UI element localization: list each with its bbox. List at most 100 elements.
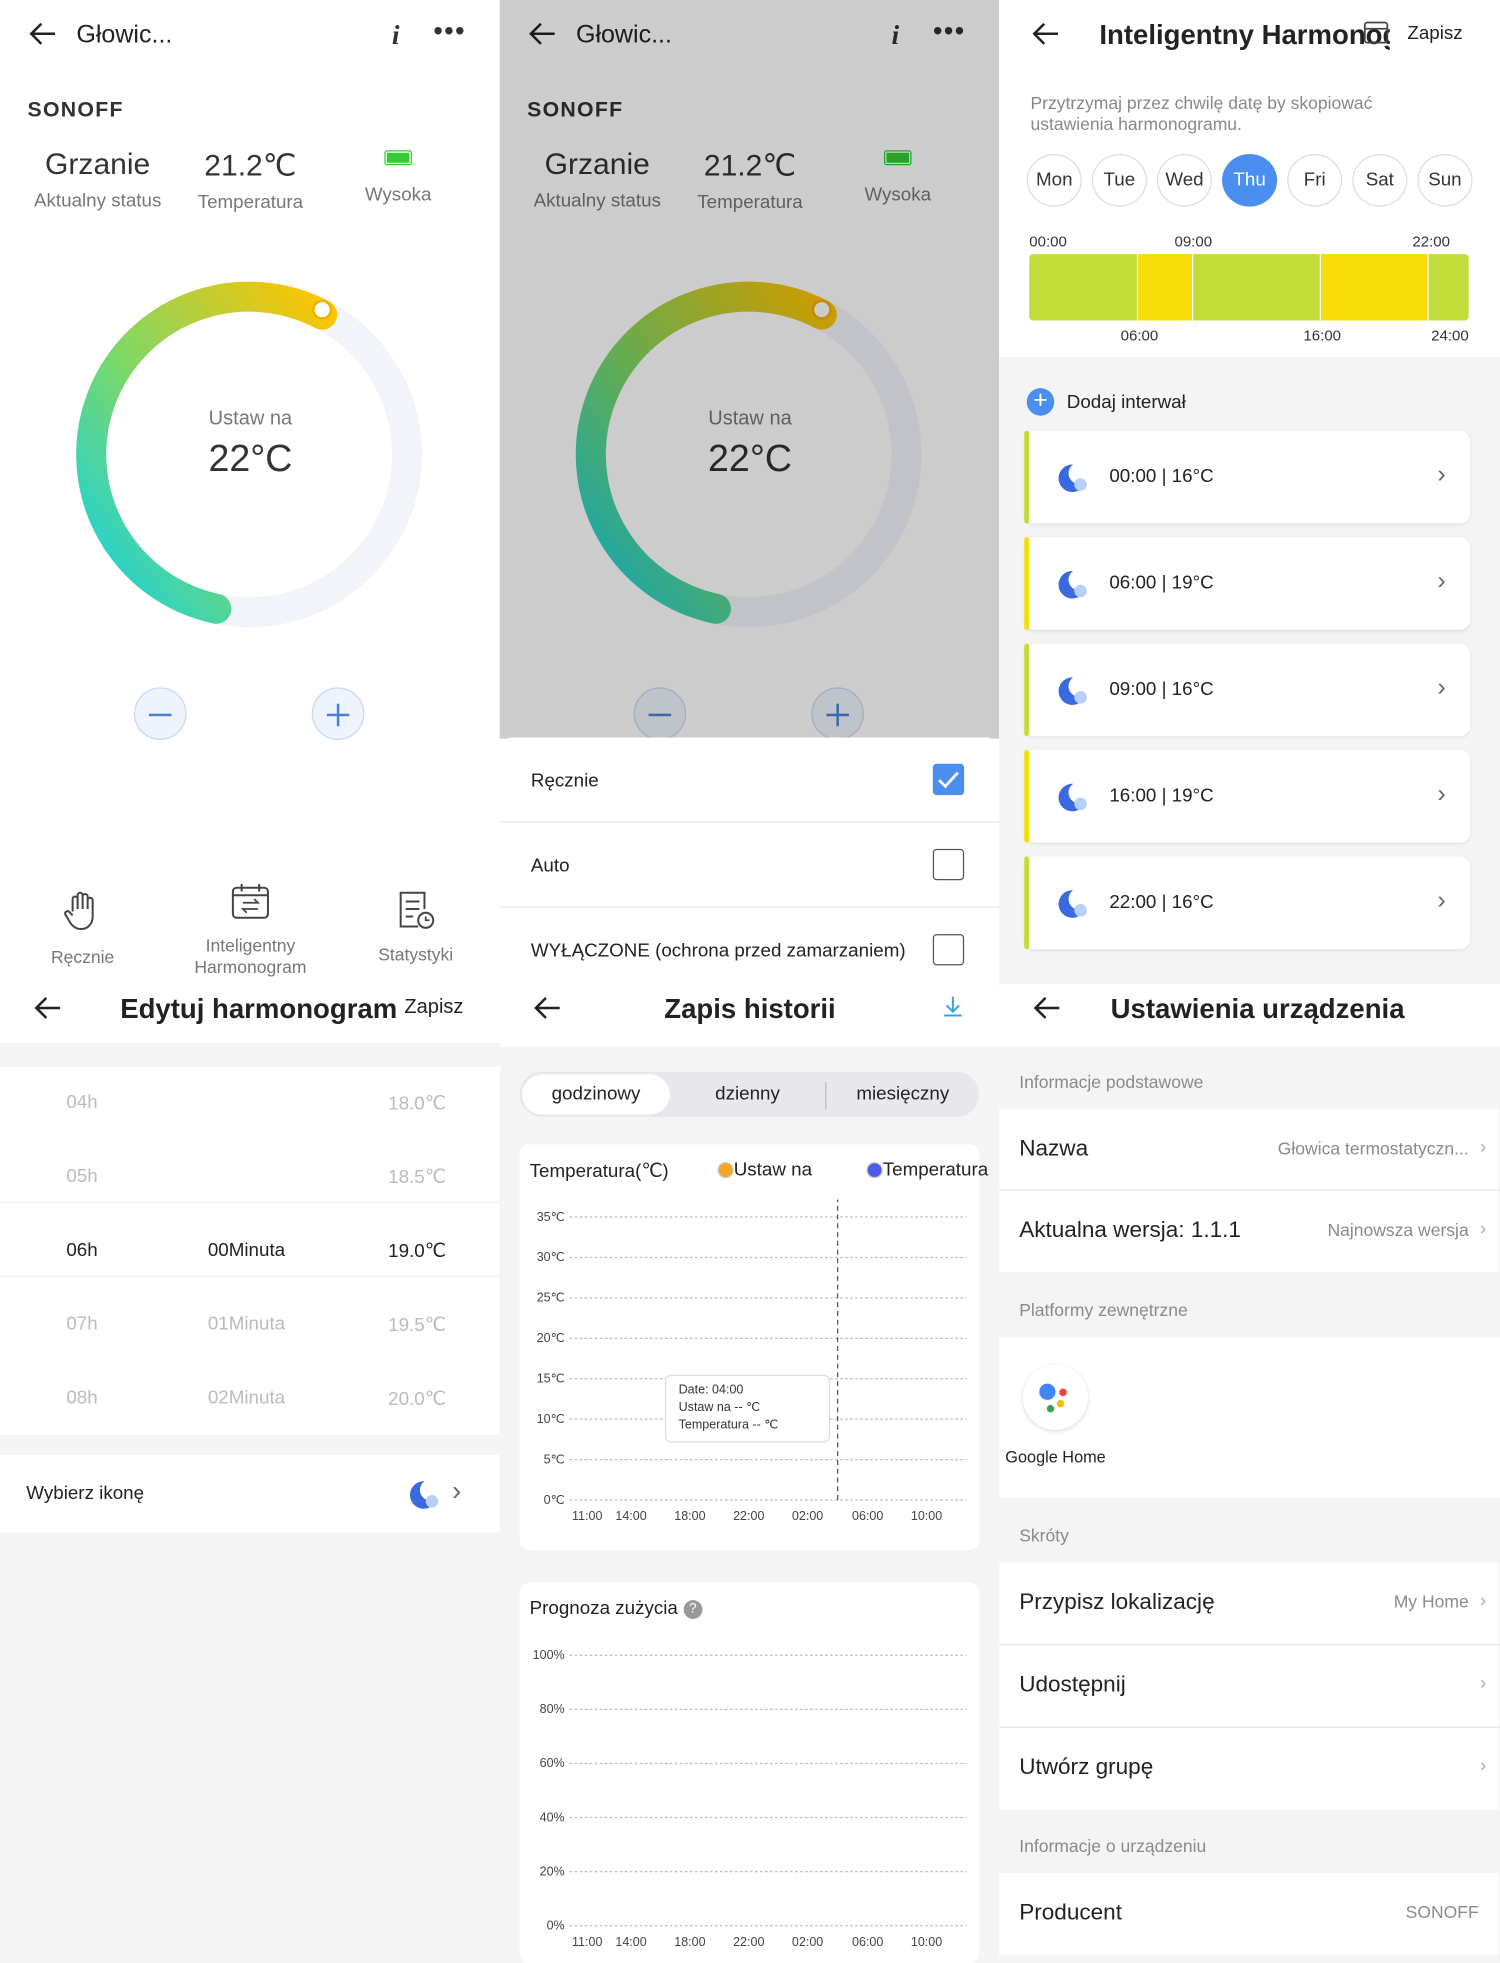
x-tick-label: 02:00 [792, 1935, 823, 1949]
temperature-chart[interactable]: 35℃ 30℃ 25℃ 20℃ 15℃ 10℃ 5℃ 0℃ 11:00 14:00 18:00 22:… [520, 1199, 980, 1538]
day-tue[interactable]: Tue [1091, 154, 1147, 207]
picker-hour: 04h [66, 1091, 98, 1114]
interval-card[interactable]: 00:00 | 16°C › [1024, 430, 1470, 524]
smart-schedule-button[interactable]: Inteligentny Harmonogram [175, 881, 325, 977]
google-assistant-icon [1022, 1364, 1089, 1430]
download-icon[interactable] [940, 994, 965, 1019]
timeline-label: 24:00 [1431, 326, 1469, 345]
chevron-right-icon: › [1479, 1755, 1487, 1777]
interval-card[interactable]: 22:00 | 16°C › [1024, 856, 1470, 950]
panel-smart-schedule: Inteligentny Harmonog... Zapisz Przytrzy… [999, 0, 1500, 985]
interval-card[interactable]: 16:00 | 19°C › [1024, 750, 1470, 843]
google-home-label: Google Home [1005, 1447, 1106, 1467]
day-sun[interactable]: Sun [1417, 154, 1473, 207]
section-device-info: Informacje o urządzeniu [1019, 1835, 1207, 1856]
timeline-segment [1138, 254, 1192, 321]
location-label: Przypisz lokalizację [1019, 1588, 1215, 1614]
group-label: Utwórz grupę [1019, 1754, 1154, 1780]
checkbox-checked[interactable] [932, 763, 965, 796]
statistics-button[interactable]: Statystyki [358, 889, 473, 964]
row-name[interactable]: Nazwa Głowica termostatyczn... › [999, 1109, 1499, 1190]
mode-option-manual[interactable]: Ręcznie [500, 737, 1000, 822]
x-tick-label: 10:00 [911, 1509, 942, 1523]
chevron-right-icon: › [1479, 1590, 1487, 1612]
statistics-icon [399, 891, 435, 929]
sonoff-logo: SONOFF [27, 97, 124, 122]
day-fri[interactable]: Fri [1287, 154, 1343, 207]
more-icon[interactable]: ••• [433, 15, 466, 48]
y-tick-label: 40% [540, 1810, 565, 1824]
checkbox[interactable] [932, 848, 965, 881]
help-icon[interactable]: ? [683, 1600, 703, 1619]
mode-option-off[interactable]: WYŁĄCZONE (ochrona przed zamarzaniem) [500, 908, 1000, 984]
y-tick-label: 100% [533, 1648, 565, 1662]
calendar-copy-icon[interactable] [1362, 18, 1390, 46]
row-manufacturer: Producent SONOFF [999, 1873, 1499, 1955]
y-tick-label: 10℃ [537, 1412, 565, 1426]
back-arrow-icon[interactable] [1032, 994, 1062, 1022]
calendar-icon [231, 883, 269, 919]
y-tick-label: 25℃ [537, 1291, 565, 1305]
day-sat[interactable]: Sat [1352, 154, 1408, 207]
day-wed[interactable]: Wed [1156, 154, 1213, 207]
save-button[interactable]: Zapisz [404, 997, 463, 1020]
interval-label: 09:00 | 16°C [1109, 678, 1214, 700]
back-arrow-icon[interactable] [33, 994, 63, 1022]
checkbox[interactable] [932, 934, 965, 966]
temperature-chart-card: Temperatura(℃) Ustaw na Temperatura 35℃ 3… [519, 1144, 988, 1551]
legend-label: Ustaw na [733, 1159, 813, 1181]
x-tick-label: 11:00 [572, 1935, 602, 1949]
manual-mode-button[interactable]: Ręcznie [25, 889, 140, 967]
save-button[interactable]: Zapisz [1407, 23, 1462, 44]
status-label: Aktualny status [33, 190, 162, 212]
moon-icon [1057, 886, 1090, 919]
picker-temp: 18.5℃ [388, 1166, 446, 1189]
name-value: Głowica termostatyczn... [1277, 1138, 1469, 1159]
schedule-timeline[interactable] [1029, 254, 1469, 321]
minus-button[interactable] [133, 687, 187, 740]
section-shortcuts: Skróty [1019, 1525, 1069, 1546]
interval-label: 22:00 | 16°C [1109, 891, 1214, 913]
row-group[interactable]: Utwórz grupę › [999, 1727, 1499, 1810]
page-title: Głowic... [76, 21, 173, 49]
info-icon[interactable]: i [392, 19, 400, 52]
tab-monthly[interactable]: miesięczny [828, 1074, 978, 1114]
smart-label-1: Inteligentny [205, 935, 296, 956]
interval-card[interactable]: 06:00 | 19°C › [1024, 537, 1470, 630]
dim-overlay[interactable] [499, 0, 1000, 739]
row-location[interactable]: Przypisz lokalizację My Home › [999, 1562, 1499, 1645]
choose-icon-row[interactable]: Wybierz ikonę › [0, 1454, 500, 1533]
google-home-button[interactable]: Google Home [1004, 1364, 1107, 1478]
tooltip-line: Ustaw na -- ℃ [678, 1401, 761, 1415]
consumption-chart[interactable]: 100% 80% 60% 40% 20% 0% 11:00 14:00 18:00 22:00 02… [520, 1638, 980, 1963]
temperature-value: 21.2℃ [204, 148, 297, 183]
legend-dot [717, 1161, 734, 1179]
interval-card[interactable]: 09:00 | 16°C › [1024, 643, 1470, 737]
tab-daily[interactable]: dzienny [672, 1074, 822, 1114]
chevron-right-icon: › [1479, 1218, 1487, 1240]
name-label: Nazwa [1019, 1135, 1089, 1161]
chevron-right-icon: › [1479, 1136, 1487, 1159]
mode-option-auto[interactable]: Auto [500, 823, 1000, 908]
day-thu-selected[interactable]: Thu [1222, 154, 1278, 207]
x-tick-label: 11:00 [572, 1509, 602, 1523]
back-arrow-icon[interactable] [28, 20, 58, 48]
back-arrow-icon[interactable] [532, 994, 562, 1022]
plus-button[interactable] [311, 687, 365, 740]
y-tick-label: 60% [540, 1756, 565, 1770]
add-interval-label: Dodaj interwał [1066, 391, 1186, 414]
moon-icon [1057, 567, 1090, 600]
set-label: Ustaw na [208, 408, 293, 430]
row-version[interactable]: Aktualna wersja: 1.1.1 Najnowsza wersja … [999, 1190, 1499, 1273]
tab-hourly[interactable]: godzinowy [522, 1074, 670, 1115]
time-temp-picker[interactable]: 04h 18.0℃ 05h 18.5℃ 06h 00Minuta 19.0℃ 0… [0, 1066, 500, 1435]
page-title: Inteligentny Harmonog... [1099, 18, 1389, 51]
y-tick-label: 0% [547, 1918, 565, 1932]
back-arrow-icon[interactable] [1030, 20, 1060, 48]
add-interval-button[interactable]: + Dodaj interwał [1026, 388, 1277, 418]
day-mon[interactable]: Mon [1026, 154, 1082, 207]
row-share[interactable]: Udostępnij › [999, 1645, 1499, 1727]
panel-device-settings: Ustawienia urządzenia Informacje podstaw… [999, 984, 1500, 1963]
version-label: Aktualna wersja: 1.1.1 [1019, 1217, 1241, 1243]
hint-text: Przytrzymaj przez chwilę datę by skopiow… [1030, 92, 1373, 134]
